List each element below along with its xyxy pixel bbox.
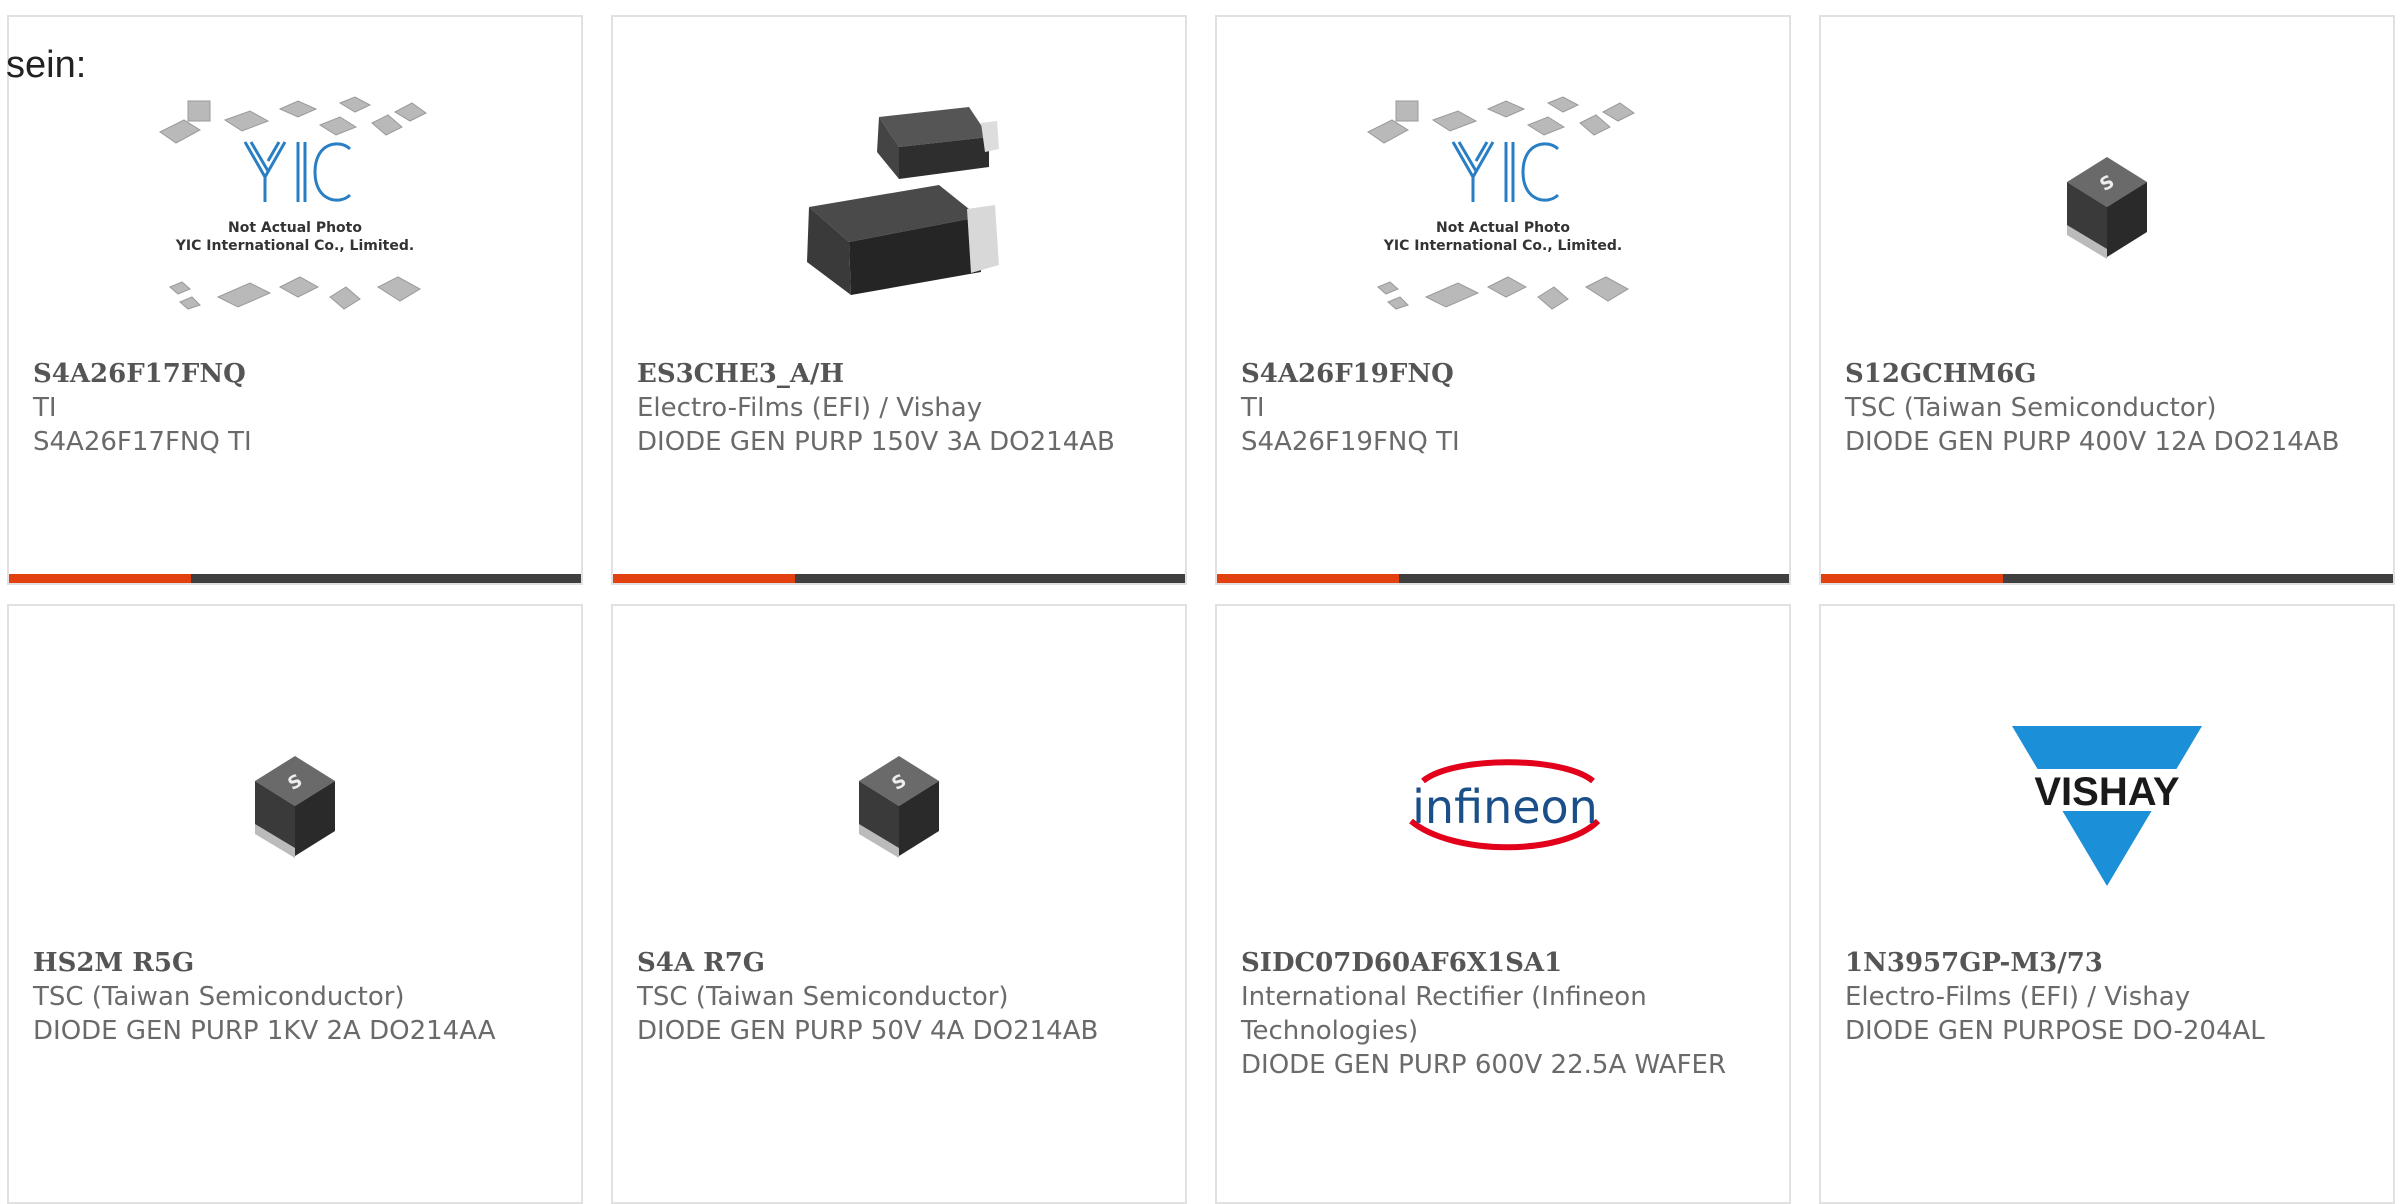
manufacturer: TSC (Taiwan Semiconductor) — [637, 982, 1009, 1012]
manufacturer: TSC (Taiwan Semiconductor) — [33, 982, 405, 1012]
part-number[interactable]: 1N3957GP-M3/73 — [1845, 946, 2373, 980]
part-number[interactable]: S4A26F19FNQ — [1241, 357, 1769, 391]
description: DIODE GEN PURPOSE DO-204AL — [1845, 1016, 2265, 1046]
description: S4A26F17FNQ TI — [33, 427, 252, 457]
card-bottom-bar — [613, 574, 1185, 583]
part-number[interactable]: SIDC07D60AF6X1SA1 — [1241, 946, 1769, 980]
product-card[interactable]: ES3CHE3_A/H Electro-Films (EFI) / Vishay… — [611, 15, 1187, 585]
manufacturer: Electro-Films (EFI) / Vishay — [1845, 982, 2191, 1012]
manufacturer: TI — [33, 393, 57, 423]
product-text: 1N3957GP-M3/73 Electro-Films (EFI) / Vis… — [1845, 946, 2373, 1048]
product-card[interactable]: S HS2M R5G TSC (Taiwan Semiconductor) DI… — [7, 604, 583, 1204]
product-text: S4A26F19FNQ TI S4A26F19FNQ TI — [1241, 357, 1769, 459]
part-number[interactable]: S4A26F17FNQ — [33, 357, 561, 391]
description: DIODE GEN PURP 150V 3A DO214AB — [637, 427, 1115, 457]
placeholder-photo-line2: YIC International Co., Limited. — [175, 238, 414, 254]
tsc-chip-icon: S — [2067, 157, 2147, 259]
product-text: HS2M R5G TSC (Taiwan Semiconductor) DIOD… — [33, 946, 561, 1048]
product-text: ES3CHE3_A/H Electro-Films (EFI) / Vishay… — [637, 357, 1165, 459]
description: DIODE GEN PURP 400V 12A DO214AB — [1845, 427, 2340, 457]
placeholder-photo-line1: Not Actual Photo — [1436, 220, 1570, 236]
infineon-logo-text: infineon — [1412, 780, 1598, 834]
product-image[interactable]: S — [1821, 47, 2393, 367]
card-bottom-bar — [9, 574, 581, 583]
vishay-logo-icon: VISHAY — [2007, 726, 2207, 886]
product-card[interactable]: infineon SIDC07D60AF6X1SA1 International… — [1215, 604, 1791, 1204]
product-image[interactable]: S — [613, 646, 1185, 966]
product-image[interactable]: Not Actual Photo YIC International Co., … — [9, 47, 581, 367]
manufacturer: TI — [1241, 393, 1265, 423]
product-card[interactable]: VISHAY 1N3957GP-M3/73 Electro-Films (EFI… — [1819, 604, 2395, 1204]
product-card[interactable]: Not Actual Photo YIC International Co., … — [7, 15, 583, 585]
product-card[interactable]: S S4A R7G TSC (Taiwan Semiconductor) DIO… — [611, 604, 1187, 1204]
placeholder-photo-line2: YIC International Co., Limited. — [1383, 238, 1622, 254]
tsc-chip-icon: S — [255, 756, 335, 858]
part-number[interactable]: S12GCHM6G — [1845, 357, 2373, 391]
product-image[interactable]: infineon — [1217, 646, 1789, 966]
card-bottom-bar — [1821, 574, 2393, 583]
product-text: SIDC07D60AF6X1SA1 International Rectifie… — [1241, 946, 1769, 1082]
product-image[interactable]: Not Actual Photo YIC International Co., … — [1217, 47, 1789, 367]
manufacturer: Electro-Films (EFI) / Vishay — [637, 393, 983, 423]
product-text: S4A R7G TSC (Taiwan Semiconductor) DIODE… — [637, 946, 1165, 1048]
description: DIODE GEN PURP 1KV 2A DO214AA — [33, 1016, 496, 1046]
placeholder-photo-line1: Not Actual Photo — [228, 220, 362, 236]
placeholder-photo-icon: Not Actual Photo YIC International Co., … — [159, 96, 427, 310]
product-text: S4A26F17FNQ TI S4A26F17FNQ TI — [33, 357, 561, 459]
product-image[interactable]: VISHAY — [1821, 646, 2393, 966]
manufacturer: TSC (Taiwan Semiconductor) — [1845, 393, 2217, 423]
placeholder-photo-icon: Not Actual Photo YIC International Co., … — [1367, 96, 1635, 310]
part-number[interactable]: ES3CHE3_A/H — [637, 357, 1165, 391]
part-number[interactable]: HS2M R5G — [33, 946, 561, 980]
product-image[interactable]: S — [9, 646, 581, 966]
description: DIODE GEN PURP 600V 22.5A WAFER — [1241, 1050, 1727, 1080]
description: DIODE GEN PURP 50V 4A DO214AB — [637, 1016, 1099, 1046]
diode-package-icon — [807, 107, 999, 295]
product-image[interactable] — [613, 47, 1185, 367]
manufacturer: International Rectifier (Infineon Techno… — [1241, 982, 1647, 1046]
part-number[interactable]: S4A R7G — [637, 946, 1165, 980]
card-accent — [613, 574, 795, 583]
product-text: S12GCHM6G TSC (Taiwan Semiconductor) DIO… — [1845, 357, 2373, 459]
vishay-logo-text: VISHAY — [2034, 770, 2180, 814]
product-card[interactable]: Not Actual Photo YIC International Co., … — [1215, 15, 1791, 585]
description: S4A26F19FNQ TI — [1241, 427, 1460, 457]
card-bottom-bar — [1217, 574, 1789, 583]
product-grid: Not Actual Photo YIC International Co., … — [0, 0, 2400, 1204]
card-accent — [1821, 574, 2003, 583]
card-accent — [1217, 574, 1399, 583]
infineon-logo-icon: infineon — [1409, 759, 1601, 851]
card-accent — [9, 574, 191, 583]
intro-text: sein: — [6, 44, 87, 86]
tsc-chip-icon: S — [859, 756, 939, 858]
product-card[interactable]: S S12GCHM6G TSC (Taiwan Semiconductor) D… — [1819, 15, 2395, 585]
